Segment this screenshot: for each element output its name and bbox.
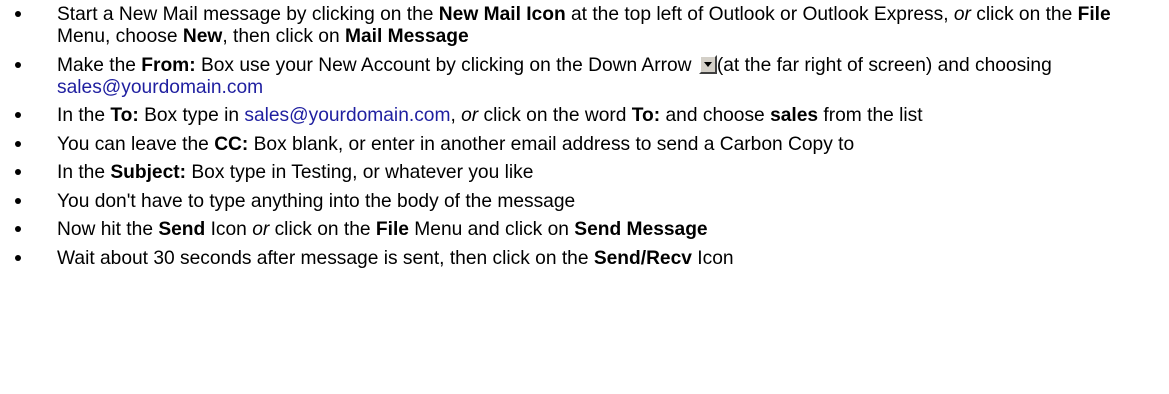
text-run: Make the xyxy=(57,54,142,76)
text-run: at the top left of Outlook or Outlook Ex… xyxy=(565,4,954,25)
instruction-step-5: In the Subject: Box type in Testing, or … xyxy=(0,162,1169,184)
instructions-document: Start a New Mail message by clicking on … xyxy=(0,0,1169,270)
emphasis-term: To: xyxy=(631,105,661,126)
emphasis-term: From: xyxy=(141,54,196,76)
instruction-step-4: You can leave the CC: Box blank, or ente… xyxy=(0,134,1169,156)
emphasis-term: File xyxy=(375,219,409,240)
instruction-step-2: Make the From: Box use your New Account … xyxy=(0,54,1169,99)
text-run: Menu, choose xyxy=(57,26,183,47)
emphasis-term: New xyxy=(182,26,223,47)
bullet-icon xyxy=(13,105,23,127)
text-run: (at the far right of screen) and choosin… xyxy=(716,54,1052,76)
italic-word: or xyxy=(953,4,971,25)
emphasis-term: Subject: xyxy=(110,162,187,183)
bullet-icon xyxy=(13,248,23,270)
text-run: click on the xyxy=(269,219,376,240)
text-run: Icon xyxy=(205,219,253,240)
instruction-step-1: Start a New Mail message by clicking on … xyxy=(0,4,1169,48)
bullet-icon xyxy=(13,219,23,241)
emphasis-term: sales xyxy=(770,105,819,126)
text-run: Start a New Mail message by clicking on … xyxy=(57,4,439,25)
text-run: Menu and click on xyxy=(408,219,575,240)
text-run: Icon xyxy=(691,247,734,269)
text-run: You can leave the xyxy=(57,133,215,155)
emphasis-term: CC: xyxy=(214,133,249,155)
instruction-list: Start a New Mail message by clicking on … xyxy=(0,4,1169,270)
italic-word: or xyxy=(461,105,479,126)
text-run: , then click on xyxy=(222,26,345,47)
emphasis-term: To: xyxy=(110,105,139,126)
down-arrow-button-icon xyxy=(698,54,717,74)
text-run: click on the word xyxy=(478,105,632,126)
text-run: , xyxy=(450,105,462,126)
text-run: from the list xyxy=(818,105,923,126)
emphasis-term: Send Message xyxy=(574,219,708,240)
text-run: and choose xyxy=(660,105,771,126)
email-address: sales@yourdomain.com xyxy=(57,76,264,98)
text-run: Wait about 30 seconds after message is s… xyxy=(57,247,594,269)
bullet-icon xyxy=(13,55,23,77)
bullet-icon xyxy=(13,134,23,156)
text-run: Box type in Testing, or whatever you lik… xyxy=(186,162,534,183)
bullet-icon xyxy=(13,162,23,184)
instruction-step-6: You don't have to type anything into the… xyxy=(0,191,1169,213)
text-run: Now hit the xyxy=(57,219,159,240)
text-run: In the xyxy=(57,162,111,183)
text-run: In the xyxy=(57,105,111,126)
emphasis-term: Send/Recv xyxy=(593,247,692,269)
instruction-step-7: Now hit the Send Icon or click on the Fi… xyxy=(0,219,1169,241)
text-run: Box use your New Account by clicking on … xyxy=(195,54,697,76)
bullet-icon xyxy=(13,191,23,213)
instruction-step-3: In the To: Box type in sales@yourdomain.… xyxy=(0,105,1169,127)
text-run: click on the xyxy=(970,4,1078,25)
bullet-icon xyxy=(13,4,23,26)
emphasis-term: New Mail Icon xyxy=(438,4,566,25)
emphasis-term: File xyxy=(1077,4,1111,25)
text-run: Box type in xyxy=(138,105,245,126)
email-address: sales@yourdomain.com xyxy=(244,105,451,126)
emphasis-term: Mail Message xyxy=(344,26,469,47)
text-run: Box blank, or enter in another email add… xyxy=(248,133,855,155)
instruction-step-8: Wait about 30 seconds after message is s… xyxy=(0,248,1169,270)
italic-word: or xyxy=(252,219,270,240)
text-run: You don't have to type anything into the… xyxy=(57,190,576,212)
emphasis-term: Send xyxy=(158,219,206,240)
